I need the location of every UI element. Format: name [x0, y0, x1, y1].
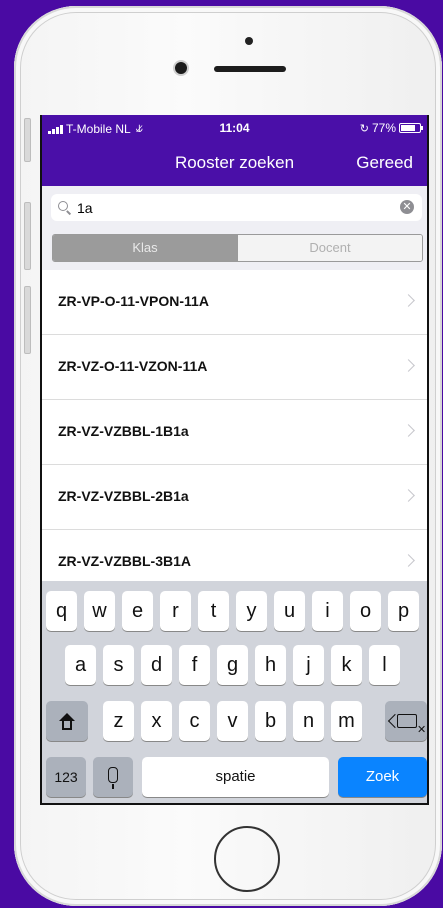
key-x[interactable]: x [141, 701, 172, 741]
search-go-key[interactable]: Zoek [338, 757, 427, 797]
key-o[interactable]: o [350, 591, 381, 631]
front-camera [175, 62, 187, 74]
key-a[interactable]: a [65, 645, 96, 685]
key-l[interactable]: l [369, 645, 400, 685]
segment-klas[interactable]: Klas [53, 235, 237, 261]
navigation-bar: Rooster zoeken Gereed [42, 143, 427, 186]
battery-percent: 77% [371, 121, 396, 135]
list-item-label: ZR-VZ-O-11-VZON-11A [58, 358, 208, 374]
key-s[interactable]: s [103, 645, 134, 685]
list-item[interactable]: ZR-VZ-O-11-VZON-11A [42, 335, 427, 400]
backspace-key[interactable]: ✕ [385, 701, 427, 741]
list-item[interactable]: ZR-VZ-VZBBL-1B1a [42, 400, 427, 465]
key-j[interactable]: j [293, 645, 324, 685]
clear-icon[interactable]: ✕ [400, 200, 414, 214]
home-button[interactable] [214, 826, 280, 892]
numbers-key[interactable]: 123 [46, 757, 86, 797]
chevron-right-icon [402, 554, 415, 567]
search-input[interactable]: 1a ✕ [51, 194, 422, 221]
key-v[interactable]: v [217, 701, 248, 741]
key-p[interactable]: p [388, 591, 419, 631]
results-list: ZR-VP-O-11-VPON-11A ZR-VZ-O-11-VZON-11A … [42, 270, 427, 595]
key-e[interactable]: e [122, 591, 153, 631]
key-u[interactable]: u [274, 591, 305, 631]
key-h[interactable]: h [255, 645, 286, 685]
space-key[interactable]: spatie [142, 757, 329, 797]
key-g[interactable]: g [217, 645, 248, 685]
app-screen: T-Mobile NL ⫝̸ 11:04 ↻ 77% Rooster zoeken… [40, 115, 429, 805]
volume-up-button [24, 202, 31, 270]
list-item-label: ZR-VZ-VZBBL-2B1a [58, 488, 189, 504]
key-z[interactable]: z [103, 701, 134, 741]
key-y[interactable]: y [236, 591, 267, 631]
dictation-key[interactable] [93, 757, 133, 797]
key-f[interactable]: f [179, 645, 210, 685]
key-n[interactable]: n [293, 701, 324, 741]
status-bar: T-Mobile NL ⫝̸ 11:04 ↻ 77% [42, 115, 427, 143]
chevron-right-icon [402, 294, 415, 307]
key-r[interactable]: r [160, 591, 191, 631]
keyboard: q w e r t y u i o p a s d f g h j k l z … [42, 581, 427, 803]
list-item-label: ZR-VP-O-11-VPON-11A [58, 293, 209, 309]
chevron-right-icon [402, 359, 415, 372]
list-item-label: ZR-VZ-VZBBL-1B1a [58, 423, 189, 439]
sensor-dot [245, 37, 253, 45]
search-value: 1a [77, 199, 93, 216]
done-button[interactable]: Gereed [356, 153, 413, 173]
volume-down-button [24, 286, 31, 354]
orientation-lock-icon: ↻ [359, 122, 369, 135]
search-icon [57, 200, 73, 216]
microphone-icon [108, 767, 118, 789]
key-k[interactable]: k [331, 645, 362, 685]
battery-icon [399, 123, 423, 133]
mute-switch [24, 118, 31, 162]
earpiece-speaker [214, 66, 286, 72]
chevron-right-icon [402, 489, 415, 502]
battery-info: ↻ 77% [359, 121, 423, 135]
key-b[interactable]: b [255, 701, 286, 741]
segmented-control: Klas Docent [52, 234, 423, 262]
key-w[interactable]: w [84, 591, 115, 631]
key-m[interactable]: m [331, 701, 362, 741]
key-d[interactable]: d [141, 645, 172, 685]
list-item[interactable]: ZR-VZ-VZBBL-2B1a [42, 465, 427, 530]
key-i[interactable]: i [312, 591, 343, 631]
key-c[interactable]: c [179, 701, 210, 741]
key-q[interactable]: q [46, 591, 77, 631]
shift-key[interactable] [46, 701, 88, 741]
key-t[interactable]: t [198, 591, 229, 631]
chevron-right-icon [402, 424, 415, 437]
list-item-label: ZR-VZ-VZBBL-3B1A [58, 553, 191, 569]
list-item[interactable]: ZR-VP-O-11-VPON-11A [42, 270, 427, 335]
segment-docent[interactable]: Docent [237, 235, 422, 261]
